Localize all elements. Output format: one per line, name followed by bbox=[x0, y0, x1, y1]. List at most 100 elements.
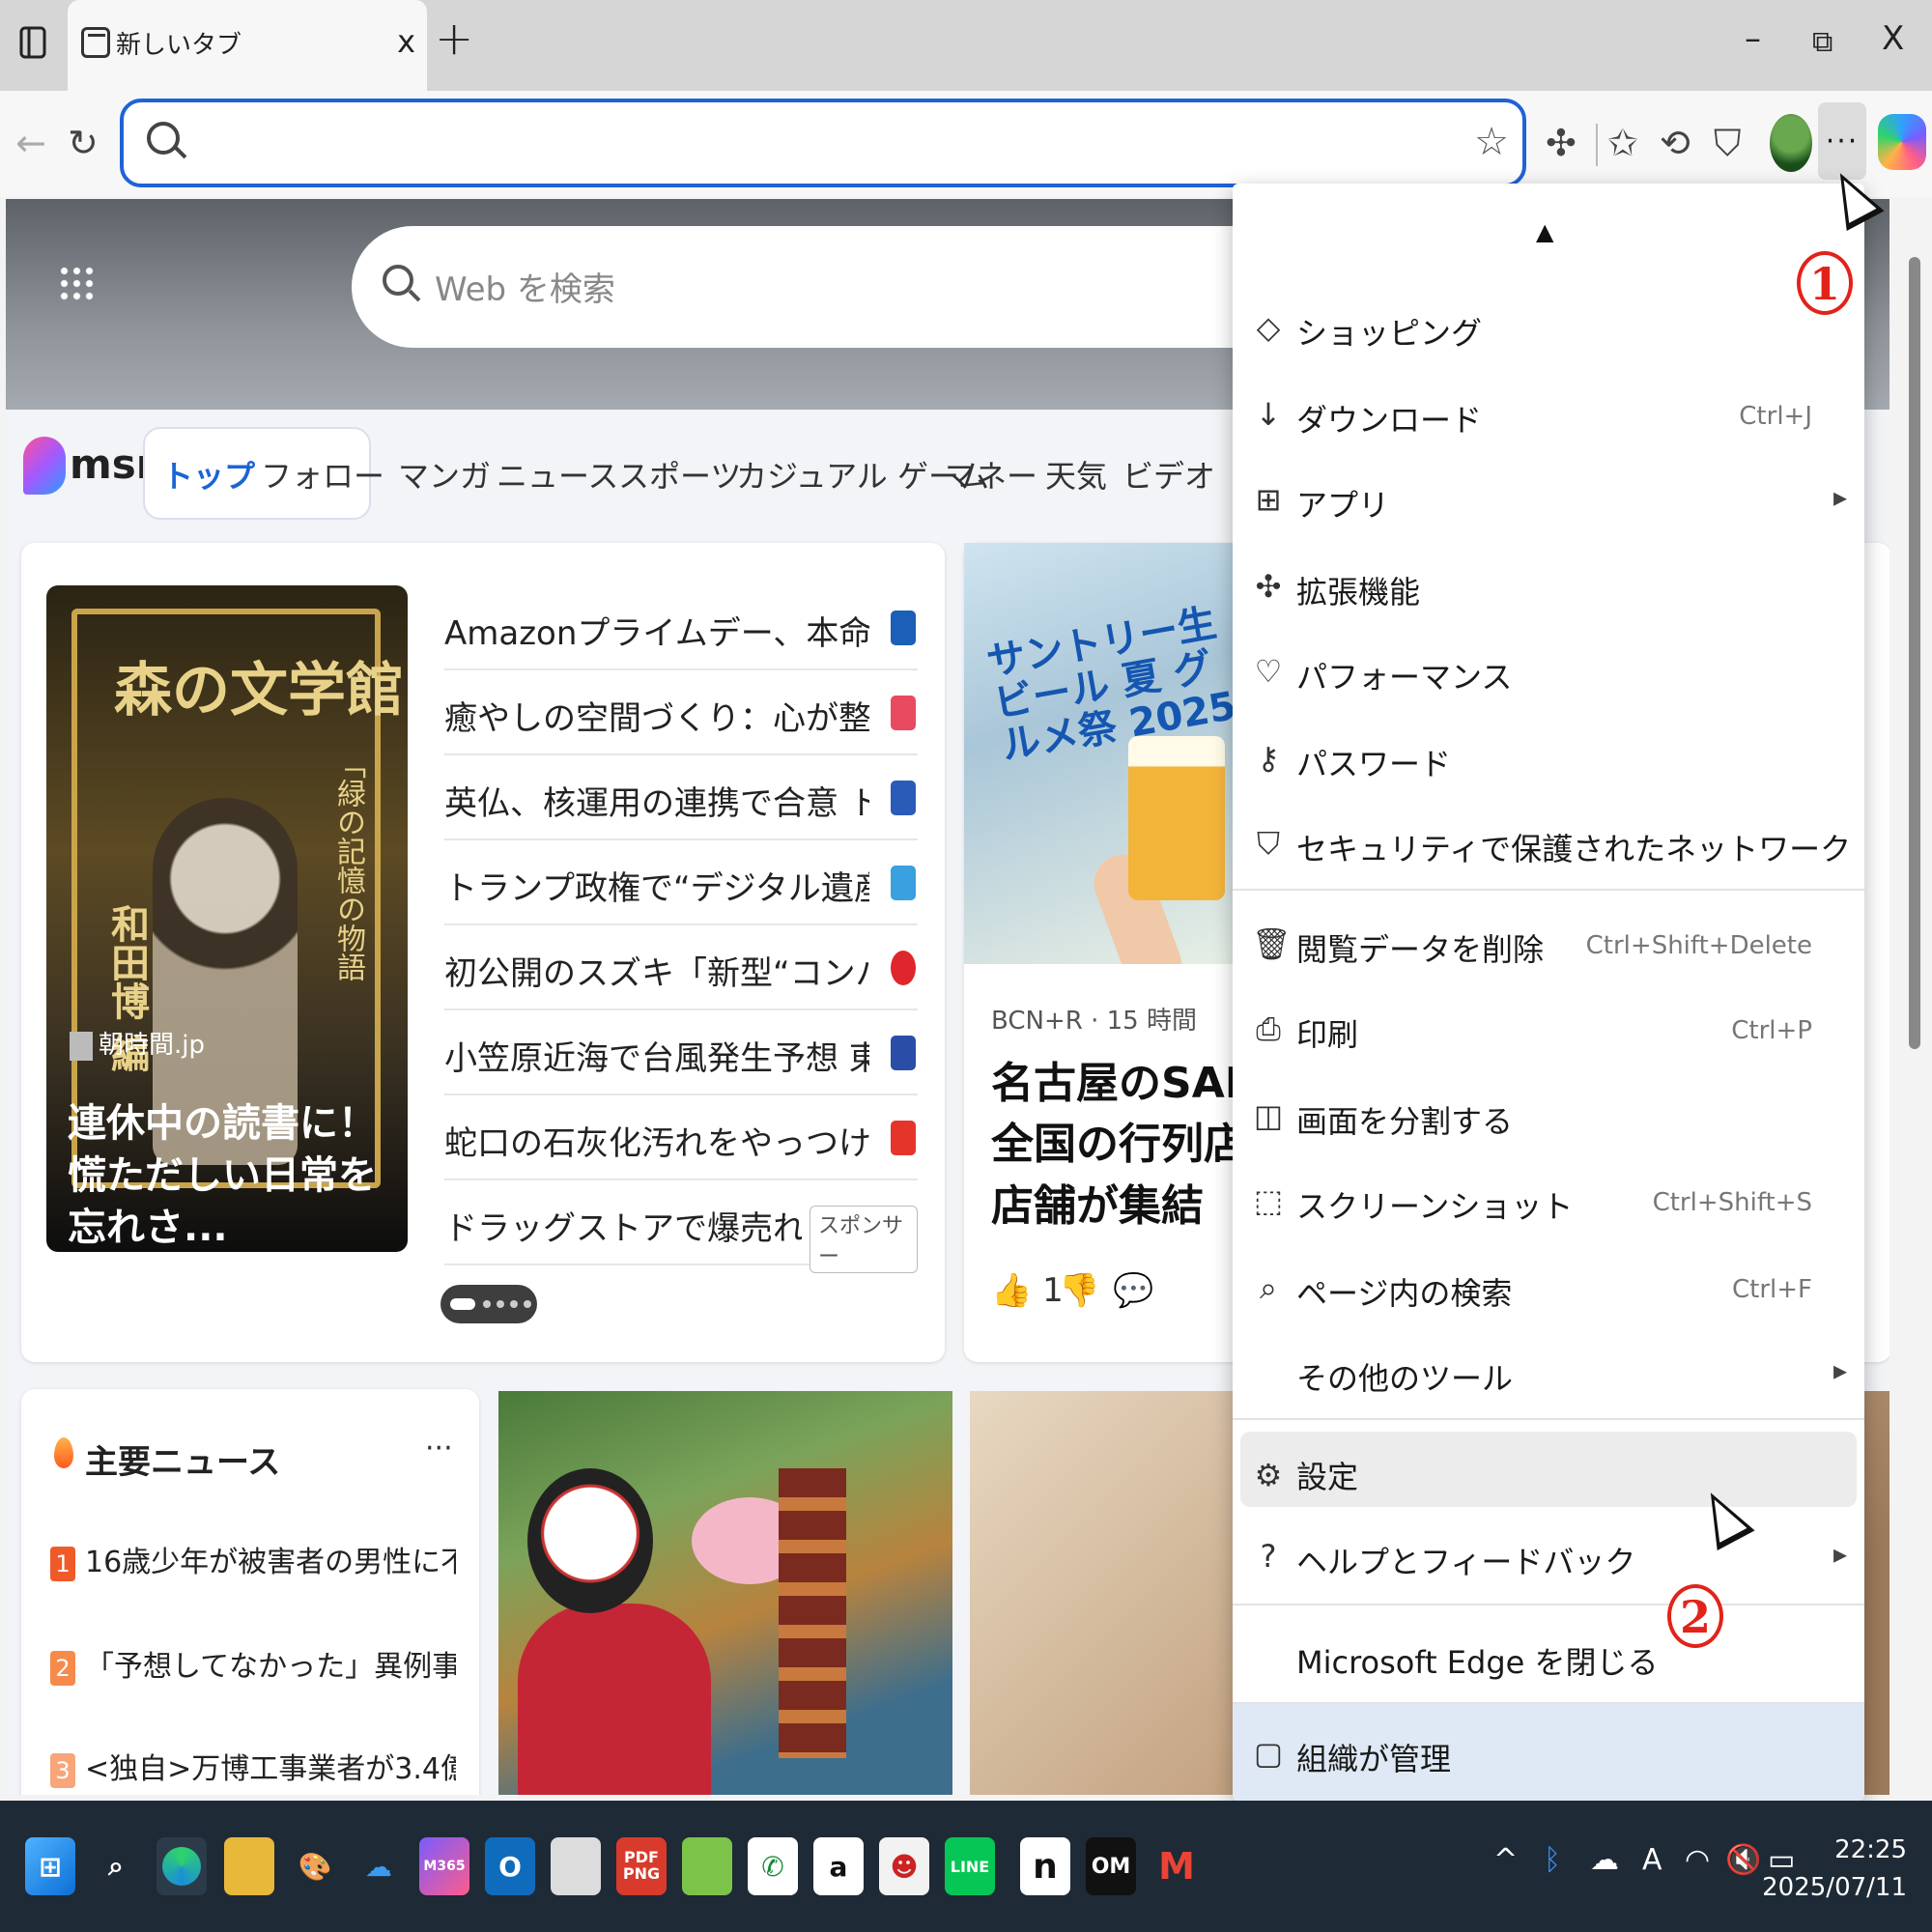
taskbar-pdf-png-icon[interactable]: PDF PNG bbox=[616, 1837, 667, 1895]
news-item[interactable]: 116歳少年が被害者の男性に不満か 10... bbox=[50, 1538, 456, 1581]
taskbar-outlook-icon[interactable]: O bbox=[485, 1837, 535, 1895]
close-window-button[interactable]: X bbox=[1882, 19, 1904, 58]
menu-item-settings[interactable]: ⚙ 設定 bbox=[1240, 1432, 1857, 1507]
bluetooth-icon[interactable]: ᛒ bbox=[1544, 1843, 1561, 1877]
nav-manga[interactable]: マンガ bbox=[398, 452, 491, 497]
extensions-icon[interactable]: ✣ bbox=[1546, 122, 1577, 164]
taskbar-file-explorer-icon[interactable] bbox=[224, 1837, 274, 1895]
tray-overflow-icon[interactable]: ^ bbox=[1493, 1843, 1518, 1877]
taskbar-paint-icon[interactable]: 🎨 bbox=[290, 1837, 340, 1895]
carousel-pager[interactable] bbox=[440, 1285, 537, 1323]
favorites-icon[interactable]: ✩ bbox=[1607, 122, 1638, 164]
headline-item[interactable]: トランプ政権で“デジタル遺産の危機”... bbox=[444, 840, 918, 925]
new-tab-button[interactable]: + bbox=[435, 12, 473, 66]
menu-item-print[interactable]: ⎙ 印刷 Ctrl+P bbox=[1233, 985, 1864, 1068]
menu-item-split-screen[interactable]: ◫ 画面を分割する bbox=[1233, 1072, 1864, 1155]
headline-item[interactable]: Amazonプライムデー、本命商品が勢... bbox=[444, 585, 918, 670]
taskbar-notion-icon[interactable]: n bbox=[1020, 1837, 1070, 1895]
like-button[interactable]: 👍 1 bbox=[991, 1271, 1064, 1310]
nav-weather[interactable]: 天気 bbox=[1045, 452, 1107, 497]
dislike-button[interactable]: 👎 bbox=[1059, 1271, 1099, 1310]
nav-sports[interactable]: スポーツ bbox=[618, 452, 741, 497]
clock-date: 2025/07/11 bbox=[1762, 1873, 1907, 1902]
comment-button[interactable]: 💬 bbox=[1113, 1271, 1153, 1310]
taskbar-game-icon[interactable] bbox=[682, 1837, 732, 1895]
address-bar[interactable]: ☆ bbox=[120, 99, 1526, 187]
nav-money[interactable]: マネー bbox=[945, 452, 1037, 497]
taskbar-clock[interactable]: 22:25 2025/07/11 bbox=[1762, 1832, 1907, 1907]
menu-item-apps[interactable]: ⊞ アプリ ▸ bbox=[1233, 456, 1864, 539]
puzzle-icon: ✣ bbox=[1255, 568, 1282, 605]
nav-follow[interactable]: フォロー bbox=[261, 452, 384, 497]
menu-item-more-tools[interactable]: その他のツール ▸ bbox=[1233, 1329, 1864, 1412]
headline-item[interactable]: 癒やしの空間づくり：心が整う家の... bbox=[444, 670, 918, 755]
taskbar-doc-app-icon[interactable] bbox=[551, 1837, 601, 1895]
taskbar-m365-icon[interactable]: M365 bbox=[419, 1837, 469, 1895]
browser-essentials-icon[interactable]: ⛉ bbox=[1714, 122, 1742, 165]
menu-item-close-edge[interactable]: Microsoft Edge を閉じる bbox=[1233, 1613, 1864, 1696]
nav-video[interactable]: ビデオ bbox=[1122, 452, 1215, 497]
article-title[interactable]: 名古屋のSAKAE H 全国の行列店・絶 店舗が集結 bbox=[991, 1053, 1242, 1236]
msn-logo-icon[interactable] bbox=[23, 437, 66, 495]
book-source: 朝時間.jp bbox=[70, 1025, 205, 1061]
beer-article-image[interactable]: サントリー生ビール 夏 グルメ祭 2025 bbox=[964, 543, 1235, 964]
back-button[interactable]: ← bbox=[15, 122, 46, 164]
ime-icon[interactable]: A bbox=[1642, 1843, 1662, 1877]
gear-icon: ⚙ bbox=[1254, 1457, 1283, 1493]
top-news-more-button[interactable]: ··· bbox=[425, 1432, 453, 1465]
volume-muted-icon[interactable]: 🔇 bbox=[1725, 1843, 1761, 1877]
menu-item-performance[interactable]: ♡ パフォーマンス bbox=[1233, 628, 1864, 711]
headline-item[interactable]: 小笠原近海で台風発生予想 東日本も... bbox=[444, 1010, 918, 1095]
history-icon[interactable]: ⟲ bbox=[1660, 122, 1690, 164]
news-item[interactable]: 3<独自>万博工事業者が3.4億円未払... bbox=[50, 1745, 456, 1788]
nav-top[interactable]: トップ bbox=[162, 452, 255, 497]
profile-avatar[interactable] bbox=[1770, 114, 1812, 172]
taskbar-robot-app-icon[interactable]: ☻ bbox=[879, 1837, 929, 1895]
headline-item-sponsored[interactable]: ドラッグストアで爆売れ！永久...スポンサー bbox=[444, 1180, 918, 1273]
taskbar-search-icon[interactable]: ⌕ bbox=[91, 1837, 141, 1895]
book-feature-image[interactable]: 森の文学館 「緑の記憶の物語 和田博 編 朝時間.jp 連休中の読書に！慌ただし… bbox=[46, 585, 408, 1252]
menu-item-passwords[interactable]: ⚷ パスワード bbox=[1233, 715, 1864, 798]
menu-item-managed-by-org[interactable]: ▢ 組織が管理 bbox=[1233, 1704, 1864, 1801]
wifi-icon[interactable]: ◠ bbox=[1685, 1843, 1710, 1877]
menu-item-downloads[interactable]: ↓ ダウンロード Ctrl+J bbox=[1233, 371, 1864, 454]
taskbar-phone-app-icon[interactable]: ✆ bbox=[748, 1837, 798, 1895]
book-caption[interactable]: 連休中の読書に！慌ただしい日常を忘れさ... bbox=[68, 1097, 396, 1252]
game-ad-image[interactable] bbox=[498, 1391, 952, 1795]
taskbar-om-icon[interactable]: OM bbox=[1086, 1837, 1136, 1895]
headline-item[interactable]: 英仏、核運用の連携で合意 トランプ... bbox=[444, 755, 918, 840]
headline-item[interactable]: 初公開のスズキ「新型“コンパクト”S... bbox=[444, 925, 918, 1010]
menu-item-screenshot[interactable]: ⬚ スクリーンショット Ctrl+Shift+S bbox=[1233, 1157, 1864, 1240]
menu-item-help-feedback[interactable]: ? ヘルプとフィードバック ▸ bbox=[1233, 1513, 1864, 1596]
headline-item[interactable]: 蛇口の石灰化汚れをやっつけたい！ bbox=[444, 1095, 918, 1180]
taskbar-gmail-icon[interactable]: M bbox=[1151, 1837, 1202, 1895]
taskbar-line-icon[interactable]: LINE bbox=[945, 1837, 995, 1895]
scrollbar-thumb[interactable] bbox=[1909, 257, 1920, 1049]
restore-button[interactable]: ⧉ bbox=[1812, 25, 1833, 59]
minimize-button[interactable]: – bbox=[1745, 19, 1761, 58]
tab-close-button[interactable]: x bbox=[397, 23, 415, 60]
menu-item-find-on-page[interactable]: ⌕ ページ内の検索 Ctrl+F bbox=[1233, 1244, 1864, 1327]
app-launcher-icon[interactable] bbox=[58, 265, 97, 303]
menu-item-extensions[interactable]: ✣ 拡張機能 bbox=[1233, 543, 1864, 626]
taskbar-onedrive-icon[interactable]: ☁ bbox=[354, 1837, 404, 1895]
apps-icon: ⊞ bbox=[1255, 481, 1282, 518]
settings-and-more-menu: ▲ ◇ ショッピング ↓ ダウンロード Ctrl+J ⊞ アプリ ▸ ✣ 拡張機能 ♡ パフォ… bbox=[1233, 184, 1864, 1801]
news-item[interactable]: 2「予想してなかった」異例事態 猛暑... bbox=[50, 1642, 456, 1686]
start-windows-icon[interactable]: ⊞ bbox=[25, 1837, 75, 1895]
web-search-box[interactable]: Web を検索 bbox=[352, 226, 1298, 348]
tab-new-tab[interactable]: 新しいタブ x bbox=[68, 0, 427, 91]
menu-item-secure-network[interactable]: ⛉ セキュリティで保護されたネットワーク bbox=[1233, 800, 1864, 883]
nav-news[interactable]: ニュース bbox=[497, 452, 618, 497]
taskbar-amazon-icon[interactable]: a bbox=[813, 1837, 864, 1895]
source-logo-icon bbox=[70, 1031, 93, 1061]
menu-item-clear-browsing-data[interactable]: 🗑 閲覧データを削除 Ctrl+Shift+Delete bbox=[1233, 900, 1864, 983]
page-scrollbar[interactable] bbox=[1891, 199, 1932, 1795]
refresh-button[interactable]: ↻ bbox=[68, 122, 99, 164]
tray-cloud-icon[interactable]: ☁ bbox=[1590, 1843, 1619, 1877]
favorite-star-icon[interactable]: ☆ bbox=[1474, 120, 1509, 164]
tab-actions-button[interactable] bbox=[10, 17, 56, 68]
taskbar-edge-icon[interactable] bbox=[156, 1837, 207, 1895]
menu-item-shopping[interactable]: ◇ ショッピング bbox=[1233, 284, 1864, 367]
copilot-icon[interactable] bbox=[1878, 114, 1926, 170]
